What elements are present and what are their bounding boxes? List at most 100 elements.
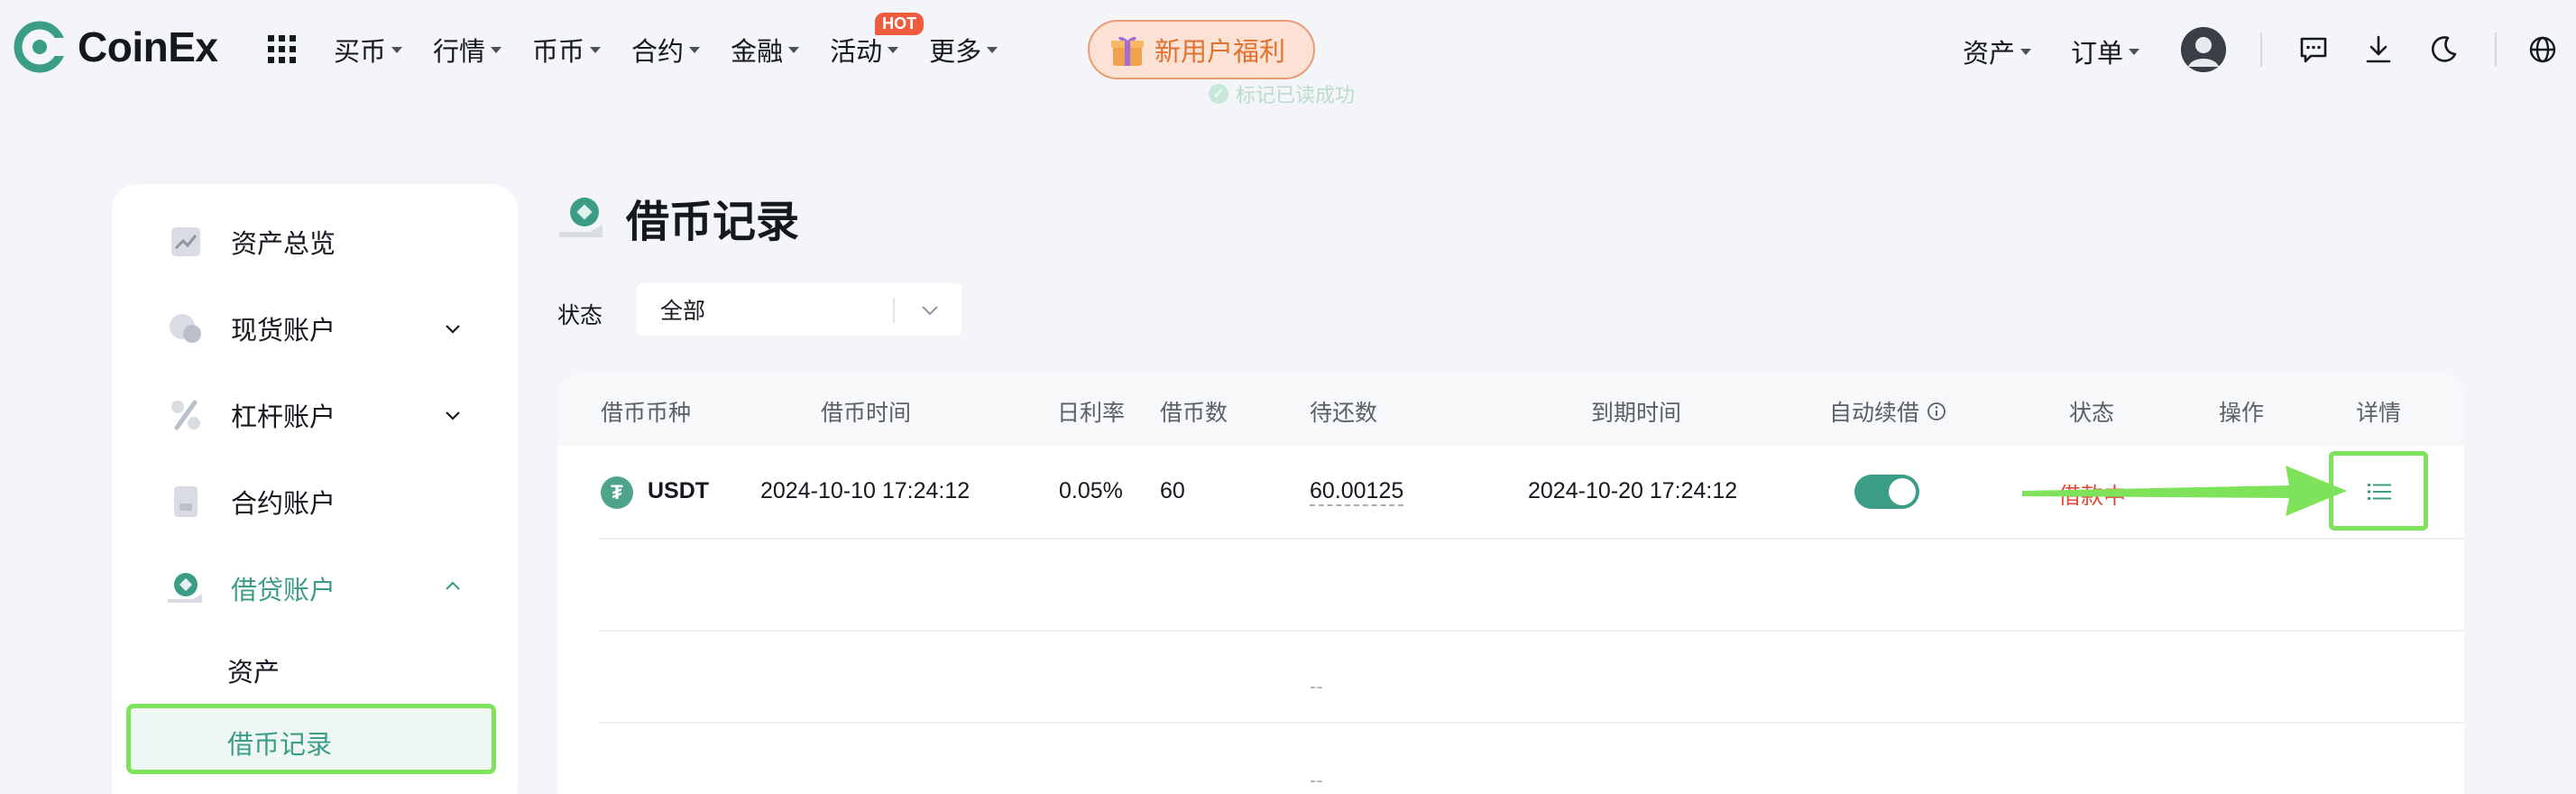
status-filter-value: 全部 <box>660 299 706 324</box>
borrow-amount: 60 <box>1160 478 1185 503</box>
sidebar-item-label: 合约账户 <box>231 490 336 519</box>
nav-label: 买币 <box>334 38 387 67</box>
chevron-down-icon <box>922 306 938 316</box>
nav-finance[interactable]: 金融 <box>731 31 800 69</box>
nav-label: 更多 <box>929 38 982 67</box>
brand-name: CoinEx <box>78 23 218 70</box>
loan-icon <box>168 573 202 603</box>
nav-more[interactable]: 更多 <box>929 31 998 69</box>
sidebar-subitem-borrow-records[interactable]: 借币记录 <box>227 724 332 762</box>
chevron-down-icon[interactable] <box>444 319 462 337</box>
check-circle-icon: ✓ <box>1209 84 1228 104</box>
document-icon <box>174 486 198 517</box>
chart-icon <box>171 227 200 256</box>
page-header: 借币记录 <box>557 186 799 249</box>
globe-icon[interactable] <box>2527 34 2558 65</box>
sidebar-item-margin[interactable]: 杠杆账户 <box>166 395 336 435</box>
info-icon[interactable] <box>1927 402 1946 421</box>
sidebar-item-label: 杠杆账户 <box>231 403 336 432</box>
sidebar-item-futures[interactable]: 合约账户 <box>166 482 336 522</box>
nav-label: 币币 <box>532 38 585 67</box>
toast-text: 标记已读成功 <box>1236 84 1356 106</box>
caret-down-icon <box>2020 48 2032 55</box>
assets-label: 资产 <box>1963 40 2016 69</box>
nav-futures[interactable]: 合约 <box>631 31 701 69</box>
hot-badge: HOT <box>875 13 925 35</box>
divider <box>2495 32 2497 67</box>
new-user-promo-button[interactable]: 新用户福利 <box>1088 20 1315 79</box>
nav-spot[interactable]: 币币 <box>532 31 602 69</box>
user-avatar-icon <box>2181 27 2226 72</box>
toast-message: ✓ 标记已读成功 <box>1209 79 1355 108</box>
expire-time: 2024-10-20 17:24:12 <box>1528 478 1738 503</box>
orders-menu[interactable]: 订单 <box>2071 32 2140 70</box>
empty-cell: -- <box>1310 675 1323 697</box>
empty-cell: -- <box>1310 769 1323 791</box>
usdt-coin-icon: ₮ <box>601 476 633 509</box>
chevron-up-icon[interactable] <box>444 577 462 596</box>
status-filter-select[interactable]: 全部 <box>637 283 961 336</box>
nav-label: 行情 <box>433 38 486 67</box>
coin-symbol: USDT <box>648 478 710 503</box>
nav-buy-crypto[interactable]: 买币 <box>334 31 403 69</box>
divider <box>2260 32 2262 67</box>
list-icon <box>2368 484 2391 500</box>
caret-down-icon <box>2129 48 2140 55</box>
caret-down-icon <box>689 46 701 53</box>
sidebar-item-overview[interactable]: 资产总览 <box>166 222 336 262</box>
page-title: 借币记录 <box>626 198 800 246</box>
column-header-label: 自动续借 <box>1829 401 1920 426</box>
sidebar-item-spot[interactable]: 现货账户 <box>166 309 336 348</box>
row-divider <box>599 722 2464 724</box>
percent-icon <box>171 400 200 430</box>
gift-icon <box>1111 36 1144 66</box>
to-repay-amount[interactable]: 60.00125 <box>1310 478 1404 506</box>
caret-down-icon <box>888 46 899 53</box>
orders-label: 订单 <box>2071 40 2124 69</box>
column-header: 借币币种 <box>601 401 692 426</box>
caret-down-icon <box>391 46 403 53</box>
chevron-down-icon[interactable] <box>444 406 462 424</box>
assets-menu[interactable]: 资产 <box>1963 32 2032 70</box>
sidebar-item-label: 资产总览 <box>231 230 336 259</box>
caret-down-icon <box>491 46 502 53</box>
top-navigation-bar: CoinEx 买币 行情 币币 合约 金融 活动 HOT 更多 新用户福利 ✓ 标… <box>0 0 2576 106</box>
column-header: 操作 <box>2219 401 2265 426</box>
avatar[interactable] <box>2181 27 2226 72</box>
caret-down-icon <box>590 46 602 53</box>
promo-label: 新用户福利 <box>1155 38 1286 67</box>
apps-grid-icon[interactable] <box>267 34 298 65</box>
caret-down-icon <box>987 46 998 53</box>
column-header: 待还数 <box>1310 401 1378 426</box>
coinex-logo[interactable]: CoinEx <box>13 20 218 74</box>
sidebar-item-label: 现货账户 <box>231 317 336 346</box>
column-header: 日利率 <box>1057 401 1126 426</box>
loan-icon <box>559 198 603 237</box>
sidebar-item-label: 借贷账户 <box>231 577 336 605</box>
column-header: 详情 <box>2356 401 2402 426</box>
borrow-time: 2024-10-10 17:24:12 <box>760 478 971 503</box>
table-header: 借币币种 借币时间 日利率 借币数 待还数 到期时间 自动续借 状态 操作 详情 <box>557 372 2464 446</box>
message-icon[interactable] <box>2298 34 2329 65</box>
column-header: 到期时间 <box>1591 401 1682 426</box>
coinex-logo-icon <box>14 21 67 73</box>
column-header: 借币时间 <box>821 401 912 426</box>
daily-rate: 0.05% <box>1059 478 1123 503</box>
sidebar-item-loan[interactable]: 借贷账户 <box>166 568 336 608</box>
column-header-auto-renew: 自动续借 <box>1829 395 1946 428</box>
column-header: 借币数 <box>1160 401 1228 426</box>
nav-label: 合约 <box>631 38 685 67</box>
borrow-records-table: 借币币种 借币时间 日利率 借币数 待还数 到期时间 自动续借 状态 操作 详情… <box>557 372 2464 794</box>
status-filter-label: 状态 <box>557 303 603 328</box>
nav-activities[interactable]: 活动 HOT <box>830 13 925 69</box>
download-icon[interactable] <box>2363 34 2394 65</box>
row-divider <box>599 538 2464 540</box>
moon-icon[interactable] <box>2428 34 2459 65</box>
auto-renew-toggle[interactable] <box>1854 475 1919 509</box>
sidebar-subitem-assets[interactable]: 资产 <box>227 651 280 689</box>
nav-label: 金融 <box>731 38 784 67</box>
toggle-knob <box>1889 478 1916 505</box>
nav-markets[interactable]: 行情 <box>433 31 502 69</box>
row-divider <box>599 630 2464 632</box>
account-sidebar: 资产总览 现货账户 杠杆账户 合约账户 借贷账户 资产 借币记录 <box>112 184 518 794</box>
